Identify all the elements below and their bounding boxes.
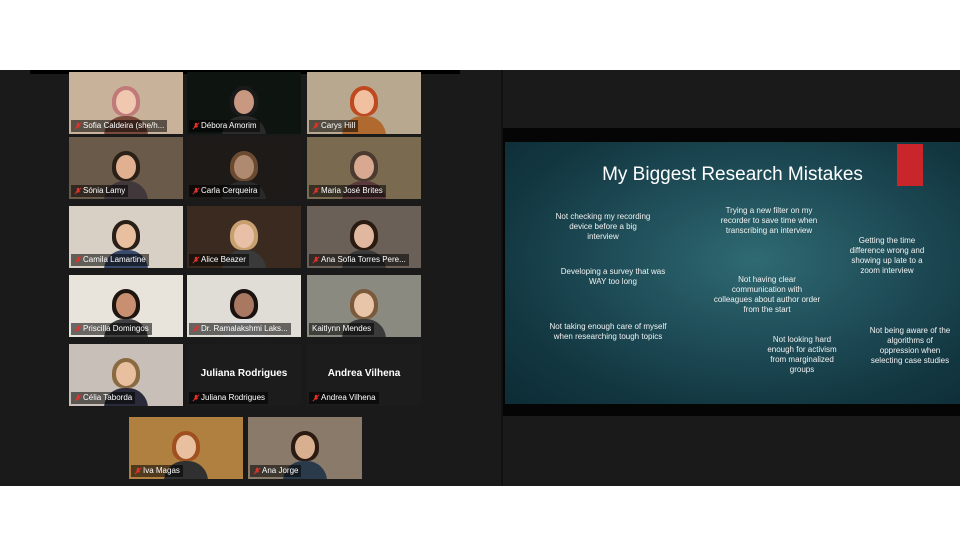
participant-display-name: Juliana Rodrigues bbox=[200, 368, 288, 379]
participant-name: Sónia Lamy bbox=[71, 185, 129, 197]
participant-tile[interactable]: Débora Amorim bbox=[187, 72, 301, 134]
participant-tile[interactable]: Maria José Brites bbox=[307, 137, 421, 199]
muted-mic-icon bbox=[192, 394, 200, 402]
slide-note: Trying a new filter on my recorder to sa… bbox=[720, 206, 818, 235]
participant-name: Iva Magas bbox=[131, 465, 183, 477]
participant-name: Ana Jorge bbox=[250, 465, 302, 477]
muted-mic-icon bbox=[74, 256, 82, 264]
muted-mic-icon bbox=[74, 394, 82, 402]
participant-name: Ana Sofia Torres Pere... bbox=[309, 254, 409, 266]
participant-tile[interactable]: Ana Sofia Torres Pere... bbox=[307, 206, 421, 268]
participant-name: Andrea Vilhena bbox=[309, 392, 379, 404]
participant-tile[interactable]: Juliana Rodrigues Juliana Rodrigues bbox=[187, 344, 301, 406]
participant-tile[interactable]: Sónia Lamy bbox=[69, 137, 183, 199]
muted-mic-icon bbox=[192, 256, 200, 264]
muted-mic-icon bbox=[74, 325, 82, 333]
participant-tile[interactable]: Dr. Ramalakshmi Laks... bbox=[187, 275, 301, 337]
muted-mic-icon bbox=[192, 187, 200, 195]
slide-note: Not being aware of the algorithms of opp… bbox=[869, 326, 951, 365]
participant-tile[interactable]: Priscilla Domingos bbox=[69, 275, 183, 337]
participant-tile[interactable]: Iva Magas bbox=[129, 417, 243, 479]
slide-title: My Biggest Research Mistakes bbox=[602, 164, 863, 185]
participant-name: Camila Lamartine bbox=[71, 254, 149, 266]
participant-name: Priscilla Domingos bbox=[71, 323, 152, 335]
participant-tile[interactable]: Alice Beazer bbox=[187, 206, 301, 268]
participant-name: Juliana Rodrigues bbox=[189, 392, 269, 404]
slide-note: Not looking hard enough for activism fro… bbox=[767, 335, 837, 374]
slide-note: Not having clear communication with coll… bbox=[713, 275, 821, 314]
participant-tile[interactable]: Ana Jorge bbox=[248, 417, 362, 479]
shared-slide: My Biggest Research Mistakes Not checkin… bbox=[505, 142, 960, 404]
muted-mic-icon bbox=[312, 394, 320, 402]
slide-note: Not checking my recording device before … bbox=[555, 212, 651, 241]
participant-name: Célia Taborda bbox=[71, 392, 136, 404]
muted-mic-icon bbox=[134, 467, 142, 475]
muted-mic-icon bbox=[312, 122, 320, 130]
participant-name: Alice Beazer bbox=[189, 254, 249, 266]
participant-name: Sofia Caldeira (she/h... bbox=[71, 120, 168, 132]
participant-name: Carla Cerqueira bbox=[189, 185, 261, 197]
participant-name: Dr. Ramalakshmi Laks... bbox=[189, 323, 291, 335]
slide-note: Not taking enough care of myself when re… bbox=[549, 322, 667, 341]
participant-tile[interactable]: Célia Taborda bbox=[69, 344, 183, 406]
participant-tile[interactable]: Carla Cerqueira bbox=[187, 137, 301, 199]
participant-display-name: Andrea Vilhena bbox=[327, 368, 401, 379]
participant-tile[interactable]: Carys Hill bbox=[307, 72, 421, 134]
participant-name: Kaitlynn Mendes bbox=[309, 323, 375, 335]
muted-mic-icon bbox=[74, 122, 82, 130]
slide-note: Developing a survey that was WAY too lon… bbox=[560, 267, 666, 286]
participant-name: Débora Amorim bbox=[189, 120, 260, 132]
participant-tile[interactable]: Andrea Vilhena Andrea Vilhena bbox=[307, 344, 421, 406]
slide-note: Getting the time difference wrong and sh… bbox=[849, 236, 925, 275]
muted-mic-icon bbox=[312, 187, 320, 195]
participant-tile[interactable]: Sofia Caldeira (she/h... bbox=[69, 72, 183, 134]
participant-tile[interactable]: Kaitlynn Mendes bbox=[307, 275, 421, 337]
participant-name: Carys Hill bbox=[309, 120, 359, 132]
participant-name: Maria José Brites bbox=[309, 185, 386, 197]
muted-mic-icon bbox=[312, 256, 320, 264]
muted-mic-icon bbox=[192, 122, 200, 130]
participant-tile[interactable]: Camila Lamartine bbox=[69, 206, 183, 268]
muted-mic-icon bbox=[253, 467, 261, 475]
muted-mic-icon bbox=[192, 325, 200, 333]
muted-mic-icon bbox=[74, 187, 82, 195]
